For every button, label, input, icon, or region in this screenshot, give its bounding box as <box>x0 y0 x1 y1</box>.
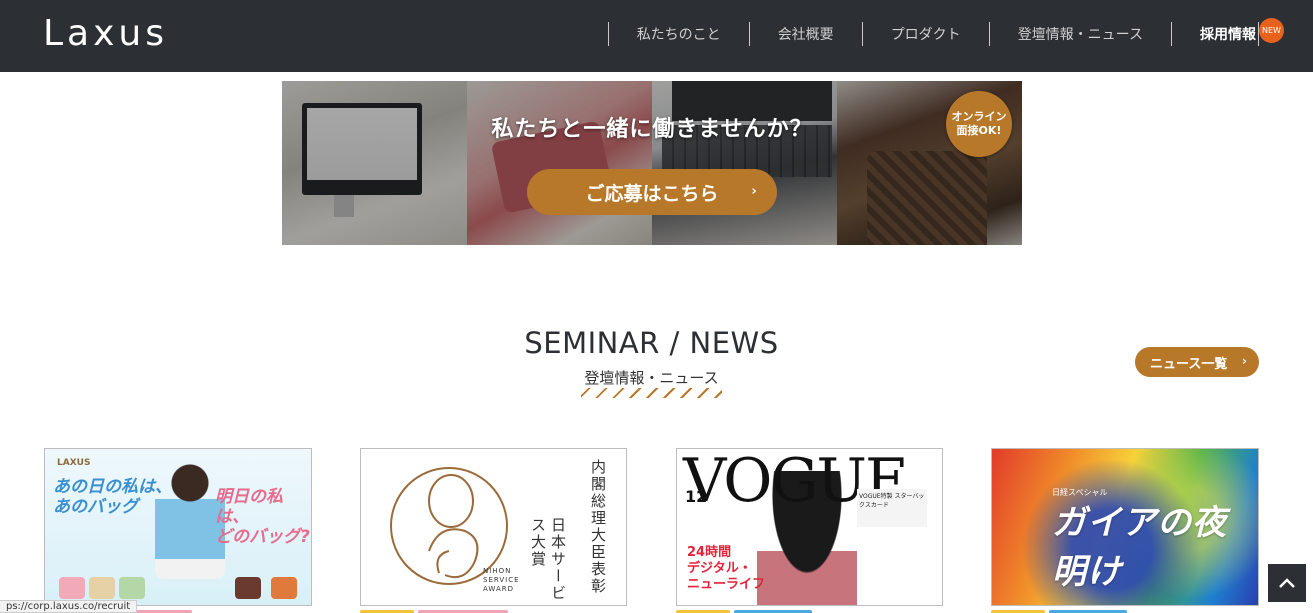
news-list-button[interactable]: ニュース一覧 › <box>1135 347 1259 377</box>
banner-overlay <box>282 81 1022 245</box>
news-card-vogue[interactable]: VOGUE 12 24時間 デジタル・ ニューライフ VOGUE特製 スターバッ… <box>676 448 943 606</box>
card-copy-right-line2: どのバッグ? <box>215 527 310 547</box>
nav-news[interactable]: 登壇情報・ニュース <box>988 22 1171 46</box>
news-card-service-award[interactable]: 内閣総理大臣表彰 日本サービス大賞 NIHON SERVICE AWARD <box>360 448 627 606</box>
new-badge: NEW <box>1259 18 1284 43</box>
main-nav: 私たちのこと 会社概要 プロダクト 登壇情報・ニュース 採用情報 NEW <box>607 18 1284 46</box>
card-copy-left: あの日の私は、 あのバッグ <box>53 477 172 517</box>
chevron-right-icon: › <box>751 184 757 199</box>
online-badge-line1: オンライン <box>951 110 1007 123</box>
cover-headline: 24時間 デジタル・ ニューライフ <box>687 545 765 593</box>
recruit-banner[interactable]: 私たちと一緒に働きませんか？ ご応募はこちら › オンライン 面接OK! <box>282 81 1022 245</box>
laxus-logo[interactable]: Laxus <box>43 13 168 54</box>
award-english: NIHON SERVICE AWARD <box>483 567 520 593</box>
site-header: Laxus 私たちのこと 会社概要 プロダクト 登壇情報・ニュース 採用情報 N… <box>0 0 1313 72</box>
card-copy-left-line2: あのバッグ <box>53 497 138 517</box>
section-title: SEMINAR / NEWS <box>524 326 779 360</box>
section-underline-decoration <box>581 388 722 398</box>
chevron-right-icon: › <box>1242 354 1247 368</box>
section-subtitle: 登壇情報・ニュース <box>584 369 719 387</box>
bag-icon <box>59 577 85 599</box>
online-badge-line2: 面接OK! <box>956 124 1002 137</box>
card-brand-label: LAXUS <box>57 458 91 468</box>
issue-number: 12 <box>685 487 708 506</box>
news-card-gaia[interactable]: 日経スペシャル ガイアの夜明け <box>991 448 1259 606</box>
chevron-up-icon <box>1279 578 1295 588</box>
nav-about[interactable]: 私たちのこと <box>607 22 749 46</box>
bag-icon <box>89 577 115 599</box>
card-copy-right: 明日の私は、 どのバッグ? <box>215 487 311 547</box>
cover-headline-line2: デジタル・ <box>687 561 752 576</box>
apply-button[interactable]: ご応募はこちら › <box>527 169 777 215</box>
award-title-vertical: 内閣総理大臣表彰 <box>589 459 607 595</box>
award-name-part1: 日本 <box>549 517 567 551</box>
card-copy-left-line1: あの日の私は、 <box>53 477 172 497</box>
status-bar-url: ps://corp.laxus.co/recruit <box>0 600 138 613</box>
news-list-label: ニュース一覧 <box>1150 356 1228 372</box>
back-to-top-button[interactable] <box>1268 564 1306 602</box>
nav-recruit-label: 採用情報 <box>1200 27 1256 43</box>
nav-recruit[interactable]: 採用情報 NEW <box>1171 18 1284 46</box>
news-card-laxus-ad[interactable]: LAXUS あの日の私は、 あのバッグ 明日の私は、 どのバッグ? <box>44 448 312 606</box>
bag-icon <box>271 577 297 599</box>
nav-product[interactable]: プロダクト <box>861 22 989 46</box>
nav-company[interactable]: 会社概要 <box>748 22 862 46</box>
program-title: ガイアの夜明け <box>1052 503 1227 592</box>
bag-icon <box>119 577 145 599</box>
banner-title: 私たちと一緒に働きませんか？ <box>491 117 813 142</box>
bag-icon <box>235 577 261 599</box>
online-interview-badge: オンライン 面接OK! <box>946 91 1012 157</box>
card-copy-right-line1: 明日の私は、 <box>215 487 283 527</box>
cover-side-note: VOGUE特製 スターバックスカード <box>857 489 927 527</box>
apply-button-label: ご応募はこちら <box>585 182 719 205</box>
cover-headline-line3: ニューライフ <box>687 577 766 592</box>
award-name-part3: 大賞 <box>529 534 547 568</box>
page: Laxus 私たちのこと 会社概要 プロダクト 登壇情報・ニュース 採用情報 N… <box>0 0 1313 613</box>
cover-headline-line1: 24時間 <box>687 545 732 560</box>
